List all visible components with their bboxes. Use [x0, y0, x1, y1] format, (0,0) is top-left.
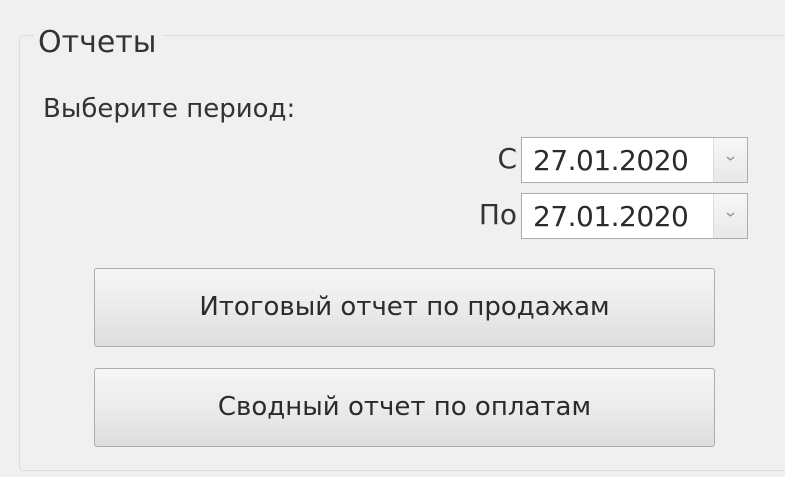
date-to-row: По 27.01.2020 — [0, 193, 785, 239]
date-to-dropdown-button[interactable] — [713, 194, 747, 238]
chevron-down-icon — [726, 156, 735, 161]
date-to-picker[interactable]: 27.01.2020 — [521, 193, 748, 239]
reports-group-title: Отчеты — [34, 22, 163, 64]
payments-report-button[interactable]: Сводный отчет по оплатам — [94, 368, 715, 447]
date-from-label: С — [497, 142, 517, 175]
date-to-label: По — [478, 198, 517, 231]
date-from-value[interactable]: 27.01.2020 — [533, 138, 689, 184]
date-from-row: С 27.01.2020 — [0, 137, 785, 183]
date-from-picker[interactable]: 27.01.2020 — [521, 137, 748, 183]
sales-report-button[interactable]: Итоговый отчет по продажам — [94, 268, 715, 347]
period-label: Выберите период: — [43, 94, 296, 124]
chevron-down-icon — [726, 212, 735, 217]
date-from-dropdown-button[interactable] — [713, 138, 747, 182]
date-to-value[interactable]: 27.01.2020 — [533, 194, 689, 240]
